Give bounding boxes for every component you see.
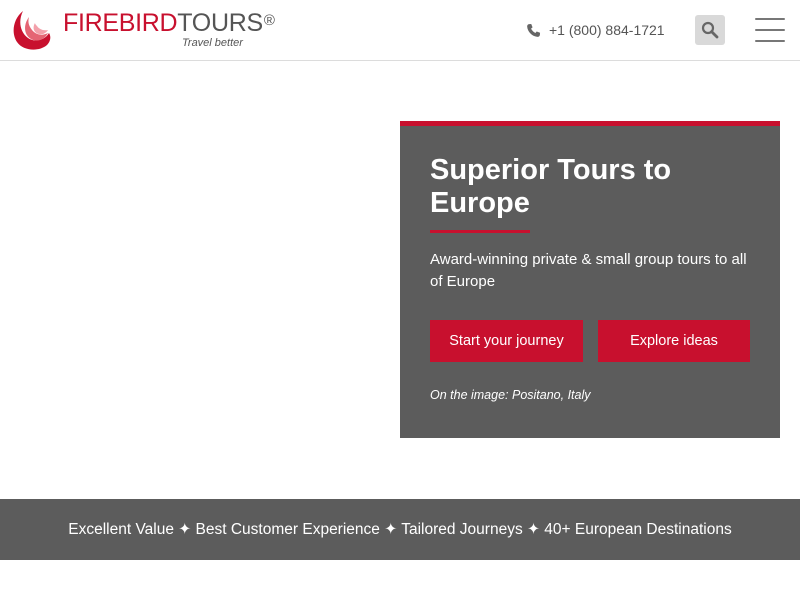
firebird-logo-icon: [13, 11, 51, 50]
phone-icon: [527, 23, 541, 37]
explore-ideas-button[interactable]: Explore ideas: [598, 320, 750, 362]
logo-link[interactable]: FIREBIRDTOURS® Travel better: [9, 9, 275, 53]
start-your-journey-button[interactable]: Start your journey: [430, 320, 583, 362]
phone-link[interactable]: +1 (800) 884-1721: [526, 21, 665, 39]
phone-number: +1 (800) 884-1721: [549, 22, 665, 38]
logo-tagline: Travel better: [182, 37, 243, 49]
hero-title: Superior Tours to Europe: [430, 154, 672, 219]
search-button[interactable]: [695, 15, 725, 45]
search-icon: [701, 21, 719, 39]
value-proposition-text: Excellent Value ✦ Best Customer Experien…: [68, 521, 732, 538]
logo-wordmark: FIREBIRDTOURS®: [63, 9, 275, 37]
image-caption: On the image: Positano, Italy: [430, 388, 591, 402]
hero-panel: Superior Tours to Europe Award-winning p…: [400, 121, 780, 438]
value-proposition-bar: Excellent Value ✦ Best Customer Experien…: [0, 499, 800, 560]
hero-title-divider: [430, 230, 530, 233]
site-header: FIREBIRDTOURS® Travel better +1 (800) 88…: [0, 0, 800, 61]
hamburger-menu-button[interactable]: [754, 17, 786, 43]
hero-subtitle: Award-winning private & small group tour…: [430, 251, 747, 290]
